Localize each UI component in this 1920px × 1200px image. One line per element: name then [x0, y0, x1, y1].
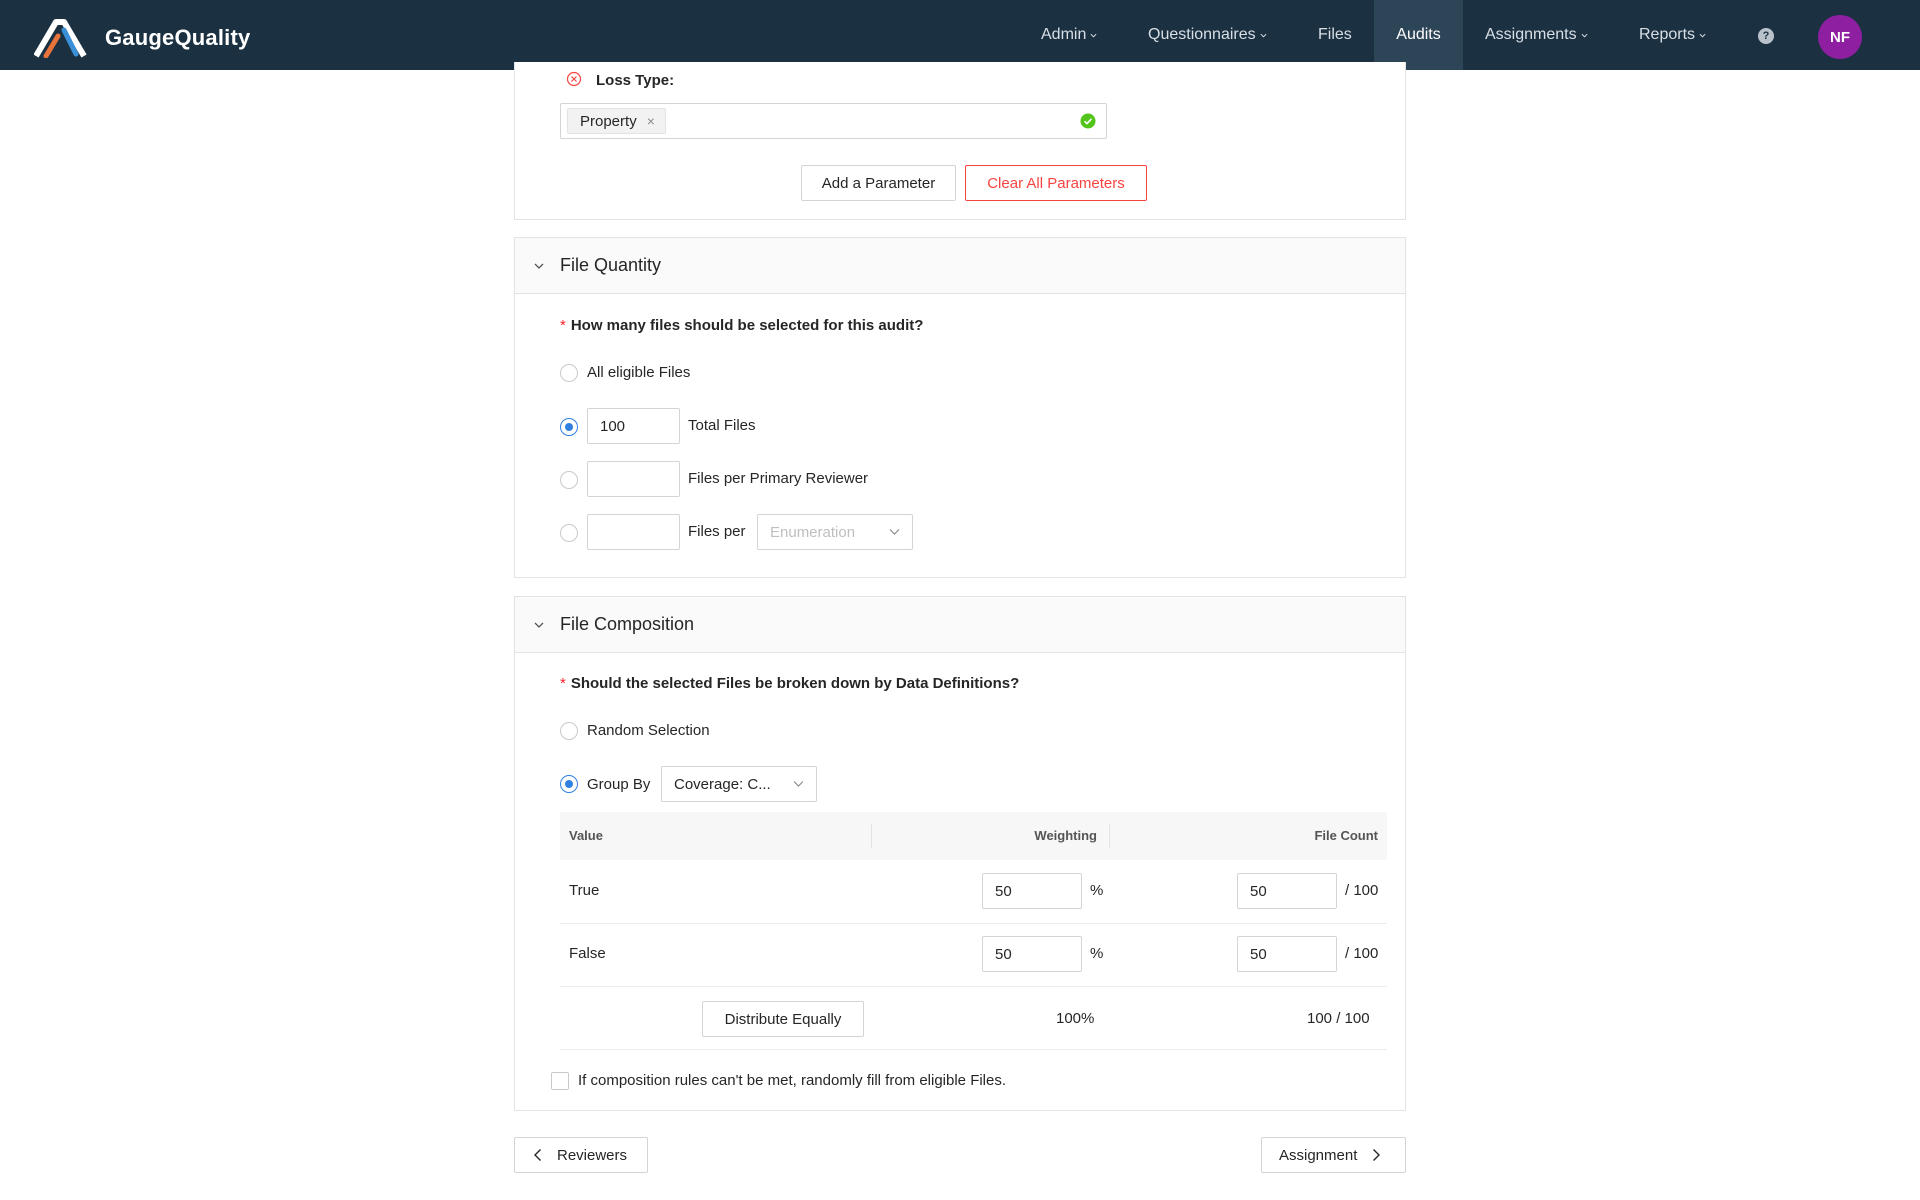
random-fill-checkbox[interactable]: [551, 1072, 569, 1090]
random-fill-label: If composition rules can't be met, rando…: [578, 1072, 1007, 1089]
required-mark: *: [560, 317, 566, 334]
all-eligible-radio[interactable]: [560, 364, 578, 382]
weight-input[interactable]: 50: [982, 873, 1082, 909]
per-primary-reviewer-input[interactable]: [587, 461, 680, 497]
gaugequality-logo-icon: [34, 19, 87, 58]
table-row: False 50 % 50 / 100: [560, 924, 1387, 987]
chevron-down-icon: [1090, 33, 1097, 38]
file-count-input[interactable]: 50: [1237, 936, 1337, 972]
nav-assignments-label: Assignments: [1485, 26, 1577, 43]
chevron-down-icon: [1699, 33, 1706, 38]
nav-reports[interactable]: Reports: [1639, 0, 1706, 70]
chevron-right-icon: [1373, 1149, 1381, 1161]
group-by-radio[interactable]: [560, 775, 578, 793]
file-composition-panel: File Composition * Should the selected Fi…: [514, 596, 1406, 1111]
files-per-label: Files per: [688, 523, 746, 540]
loss-type-select[interactable]: Property ×: [560, 103, 1107, 139]
per-primary-reviewer-label: Files per Primary Reviewer: [688, 470, 869, 487]
parameters-panel: Loss Type: Property × Add a Parameter Cl…: [514, 62, 1406, 220]
file-quantity-title: File Quantity: [560, 255, 662, 275]
file-quantity-header[interactable]: File Quantity: [515, 238, 1405, 294]
chevron-down-icon: [534, 263, 544, 269]
reviewers-back-button[interactable]: Reviewers: [514, 1137, 648, 1173]
per-primary-reviewer-radio[interactable]: [560, 471, 578, 489]
add-parameter-button[interactable]: Add a Parameter: [801, 165, 956, 201]
row-divider: [560, 1049, 1387, 1050]
top-navbar: GaugeQuality Admin Questionnaires Files …: [0, 0, 1920, 70]
column-divider: [871, 824, 872, 848]
nav-files-label: Files: [1318, 26, 1352, 43]
value-column-header: Value: [569, 828, 603, 843]
group-by-label: Group By: [587, 776, 651, 793]
file-quantity-panel: File Quantity * How many files should be …: [514, 237, 1406, 578]
file-count-input[interactable]: 50: [1237, 873, 1337, 909]
enumeration-select[interactable]: Enumeration: [757, 514, 913, 550]
nav-assignments[interactable]: Assignments: [1485, 0, 1588, 70]
total-files-radio[interactable]: [560, 418, 578, 436]
brand[interactable]: GaugeQuality: [34, 18, 250, 58]
nav-audits[interactable]: Audits: [1374, 0, 1463, 70]
nav-reports-label: Reports: [1639, 26, 1696, 43]
file-composition-title: File Composition: [560, 614, 695, 634]
percent-sign: %: [1090, 882, 1104, 899]
per-enumeration-input[interactable]: [587, 514, 680, 550]
help-icon[interactable]: ?: [1758, 28, 1774, 44]
nav-audits-label: Audits: [1396, 26, 1441, 43]
distribute-equally-button[interactable]: Distribute Equally: [702, 1001, 864, 1037]
total-file-count: 100 / 100: [1307, 1010, 1370, 1027]
total-files-label: Total Files: [688, 417, 756, 434]
total-files-input[interactable]: 100: [587, 408, 680, 444]
random-selection-label: Random Selection: [587, 722, 710, 739]
clear-all-parameters-button[interactable]: Clear All Parameters: [965, 165, 1147, 201]
file-count-total: / 100: [1345, 945, 1379, 962]
file-count-column-header: File Count: [1314, 828, 1378, 843]
brand-name: GaugeQuality: [105, 25, 251, 50]
file-quantity-question: * How many files should be selected for t…: [560, 317, 923, 334]
all-eligible-label: All eligible Files: [587, 364, 691, 381]
required-mark: *: [560, 675, 566, 692]
file-composition-question: * Should the selected Files be broken dow…: [560, 675, 1019, 692]
file-count-total: / 100: [1345, 882, 1379, 899]
chevron-down-icon: [1260, 33, 1267, 38]
random-selection-radio[interactable]: [560, 722, 578, 740]
enumeration-select-placeholder: Enumeration: [770, 523, 856, 541]
weighting-column-header: Weighting: [1034, 828, 1097, 843]
row-divider: [560, 986, 1387, 987]
close-icon[interactable]: ×: [647, 113, 655, 129]
nav-questionnaires[interactable]: Questionnaires: [1148, 0, 1267, 70]
nav-files[interactable]: Files: [1318, 0, 1352, 70]
chevron-down-icon: [534, 622, 544, 628]
group-by-select-value: Coverage: C...: [674, 775, 771, 793]
row-value: True: [569, 882, 600, 899]
error-circle-icon: [566, 71, 582, 87]
file-quantity-question-text: How many files should be selected for th…: [570, 317, 924, 334]
chevron-down-icon: [889, 529, 900, 535]
percent-sign: %: [1090, 945, 1104, 962]
column-divider: [1109, 824, 1110, 848]
loss-type-tag-label: Property: [580, 112, 637, 130]
assignment-next-button[interactable]: Assignment: [1261, 1137, 1406, 1173]
per-enumeration-radio[interactable]: [560, 524, 578, 542]
loss-type-label: Loss Type:: [596, 72, 675, 89]
chevron-down-icon: [1581, 33, 1588, 38]
file-composition-question-text: Should the selected Files be broken down…: [570, 675, 1020, 692]
nav-questionnaires-label: Questionnaires: [1148, 26, 1256, 43]
loss-type-tag: Property ×: [567, 108, 666, 134]
row-value: False: [569, 945, 606, 962]
file-composition-header[interactable]: File Composition: [515, 597, 1405, 653]
weight-input[interactable]: 50: [982, 936, 1082, 972]
chevron-left-icon: [534, 1149, 541, 1161]
composition-table-header: Value Weighting File Count: [560, 812, 1387, 860]
nav-admin[interactable]: Admin: [1041, 0, 1097, 70]
nav-admin-label: Admin: [1041, 26, 1087, 43]
check-circle-icon: [1080, 113, 1096, 129]
group-by-select[interactable]: Coverage: C...: [661, 766, 817, 802]
assignment-next-label: Assignment: [1279, 1146, 1358, 1164]
table-row: True 50 % 50 / 100: [560, 860, 1387, 923]
chevron-down-icon: [793, 781, 804, 787]
reviewers-back-label: Reviewers: [557, 1146, 628, 1164]
total-weight: 100%: [1056, 1010, 1095, 1027]
user-avatar[interactable]: NF: [1818, 15, 1862, 59]
